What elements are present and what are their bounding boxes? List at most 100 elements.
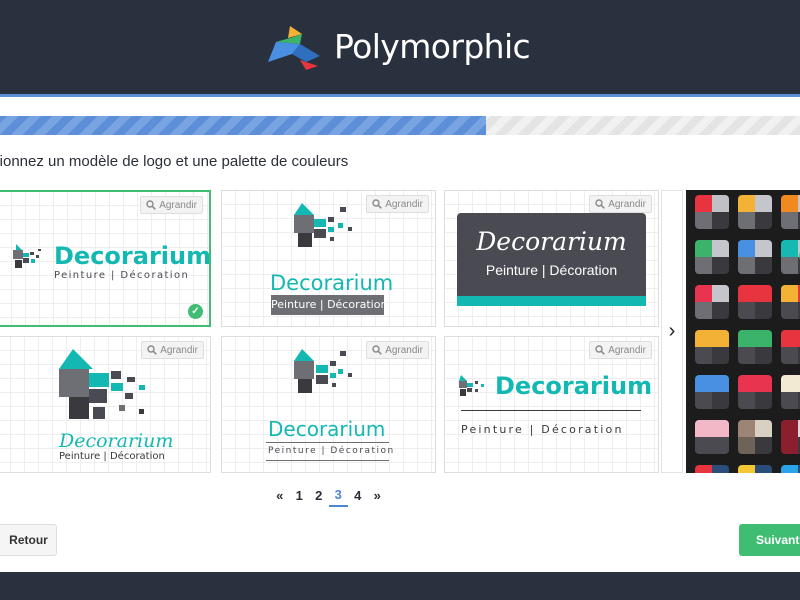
brand-wordmark: Decorarium (495, 372, 653, 400)
palette-swatch[interactable] (781, 465, 800, 473)
palette-swatch[interactable] (695, 465, 729, 473)
brand[interactable]: Polymorphic (266, 24, 531, 70)
palette-swatch[interactable] (738, 285, 772, 319)
palette-color-chip (738, 212, 755, 229)
palette-swatch[interactable] (738, 330, 772, 364)
magnifier-icon (595, 199, 606, 209)
palette-swatch[interactable] (738, 375, 772, 409)
brand-wordmark: Decorarium (476, 227, 627, 256)
palette-swatch[interactable] (738, 465, 772, 473)
palette-color-chip (712, 302, 729, 319)
palette-color-chip (712, 347, 729, 364)
polymorphic-logo-icon (268, 26, 320, 70)
brand-name: Polymorphic (334, 27, 531, 66)
palette-color-chip (755, 240, 772, 257)
zoom-button[interactable]: Agrandir (589, 195, 652, 213)
zoom-button[interactable]: Agrandir (589, 341, 652, 359)
logo-template-card[interactable]: Agrandir Decorarium Peinture | Décoratio… (444, 190, 659, 327)
brand-tagline: Peinture | Décoration (54, 270, 190, 281)
zoom-button[interactable]: Agrandir (140, 196, 203, 214)
back-button[interactable]: Retour (0, 524, 57, 556)
palette-swatch[interactable] (781, 375, 800, 409)
palette-color-chip (695, 330, 712, 347)
palette-color-chip (781, 285, 798, 302)
palette-color-chip (712, 437, 729, 454)
carousel-next-button[interactable]: › (661, 190, 683, 473)
palette-color-chip (755, 375, 772, 392)
palette-color-chip (755, 330, 772, 347)
palette-swatch[interactable] (738, 420, 772, 454)
palette-swatch[interactable] (781, 195, 800, 229)
palette-color-chip (738, 195, 755, 212)
brand-tagline: Peinture | Décoration (271, 295, 387, 315)
palette-color-chip (695, 420, 712, 437)
palette-color-chip (755, 212, 772, 229)
pagination: « 1 2 3 4 » (270, 485, 388, 507)
palette-color-chip (695, 375, 712, 392)
palette-swatch[interactable] (738, 195, 772, 229)
pagination-page[interactable]: 4 (348, 486, 368, 506)
palette-color-chip (738, 347, 755, 364)
divider (266, 442, 389, 443)
logo-template-card[interactable]: Agrandir Decorarium Peinture | Décoratio… (444, 336, 659, 473)
banner-logo: Decorarium Peinture | Décoration (457, 213, 646, 306)
palette-color-chip (712, 392, 729, 409)
brand-wordmark: Decorarium (270, 271, 394, 295)
palette-color-chip (695, 195, 712, 212)
palette-color-chip (781, 375, 798, 392)
logo-template-card[interactable]: Agrandir Decorarium Peinture | Décoratio… (221, 190, 436, 327)
logo-template-card[interactable]: Agrandir Decorarium Peinture | Décoratio… (0, 336, 211, 473)
palette-color-chip (695, 257, 712, 274)
pagination-next[interactable]: » (368, 486, 388, 506)
step-instruction: ctionnez un modèle de logo et une palett… (0, 153, 349, 170)
brand-tagline: Peinture | Décoration (59, 451, 165, 462)
palette-color-chip (738, 420, 755, 437)
palette-swatch[interactable] (781, 420, 800, 454)
palette-color-chip (781, 195, 798, 212)
palette-color-chip (712, 257, 729, 274)
palette-color-chip (712, 375, 729, 392)
palette-color-chip (781, 437, 798, 454)
next-button[interactable]: Suivant (739, 524, 800, 556)
logo-mark-icon (59, 349, 145, 419)
pagination-page[interactable]: 1 (290, 486, 310, 506)
palette-color-chip (781, 212, 798, 229)
magnifier-icon (595, 345, 606, 355)
palette-color-chip (755, 285, 772, 302)
palette-color-chip (755, 347, 772, 364)
palette-color-chip (738, 437, 755, 454)
palette-color-chip (781, 302, 798, 319)
palette-swatch[interactable] (695, 375, 729, 409)
zoom-button[interactable]: Agrandir (366, 341, 429, 359)
palette-swatch[interactable] (695, 330, 729, 364)
palette-swatch[interactable] (738, 240, 772, 274)
palette-color-chip (695, 240, 712, 257)
palette-swatch[interactable] (695, 420, 729, 454)
logo-mark-icon (294, 349, 352, 393)
palette-color-chip (695, 465, 712, 473)
divider (461, 410, 641, 411)
palette-swatch[interactable] (695, 195, 729, 229)
palette-color-chip (738, 285, 755, 302)
pagination-page[interactable]: 2 (309, 486, 329, 506)
zoom-button[interactable]: Agrandir (366, 195, 429, 213)
magnifier-icon (372, 345, 383, 355)
palette-swatch[interactable] (695, 285, 729, 319)
logo-template-card[interactable]: Agrandir Decorarium Peinture | Décoratio… (0, 190, 211, 327)
palette-color-chip (755, 420, 772, 437)
palette-swatch[interactable]: ✓ (781, 240, 800, 274)
logo-template-card[interactable]: Agrandir Decorarium Peinture | Décoratio… (221, 336, 436, 473)
palette-swatch[interactable] (781, 285, 800, 319)
wizard-progress-bar (0, 116, 800, 135)
palette-swatch[interactable] (781, 330, 800, 364)
palette-color-chip (755, 465, 772, 473)
pagination-prev[interactable]: « (270, 486, 290, 506)
brand-wordmark: Decorarium (268, 417, 386, 441)
app-footer (0, 572, 800, 600)
pagination-page-current[interactable]: 3 (328, 485, 348, 507)
palette-swatch[interactable] (695, 240, 729, 274)
palette-color-chip (755, 195, 772, 212)
palette-color-chip (755, 392, 772, 409)
palette-color-chip (755, 437, 772, 454)
brand-tagline: Peinture | Décoration (461, 423, 624, 436)
